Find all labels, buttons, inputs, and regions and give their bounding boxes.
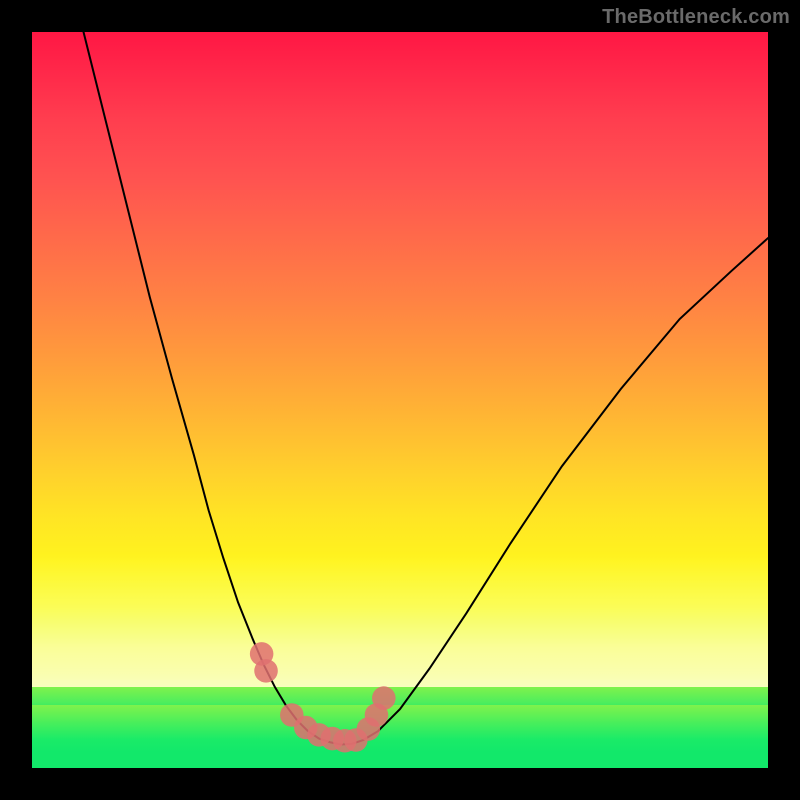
plot-area xyxy=(32,32,768,768)
curve-svg xyxy=(32,32,768,768)
data-point xyxy=(372,686,396,710)
bottleneck-curve xyxy=(84,32,768,744)
data-point xyxy=(254,659,278,683)
watermark-text: TheBottleneck.com xyxy=(602,6,790,29)
chart-container: TheBottleneck.com xyxy=(0,0,800,800)
marker-group xyxy=(250,642,396,752)
